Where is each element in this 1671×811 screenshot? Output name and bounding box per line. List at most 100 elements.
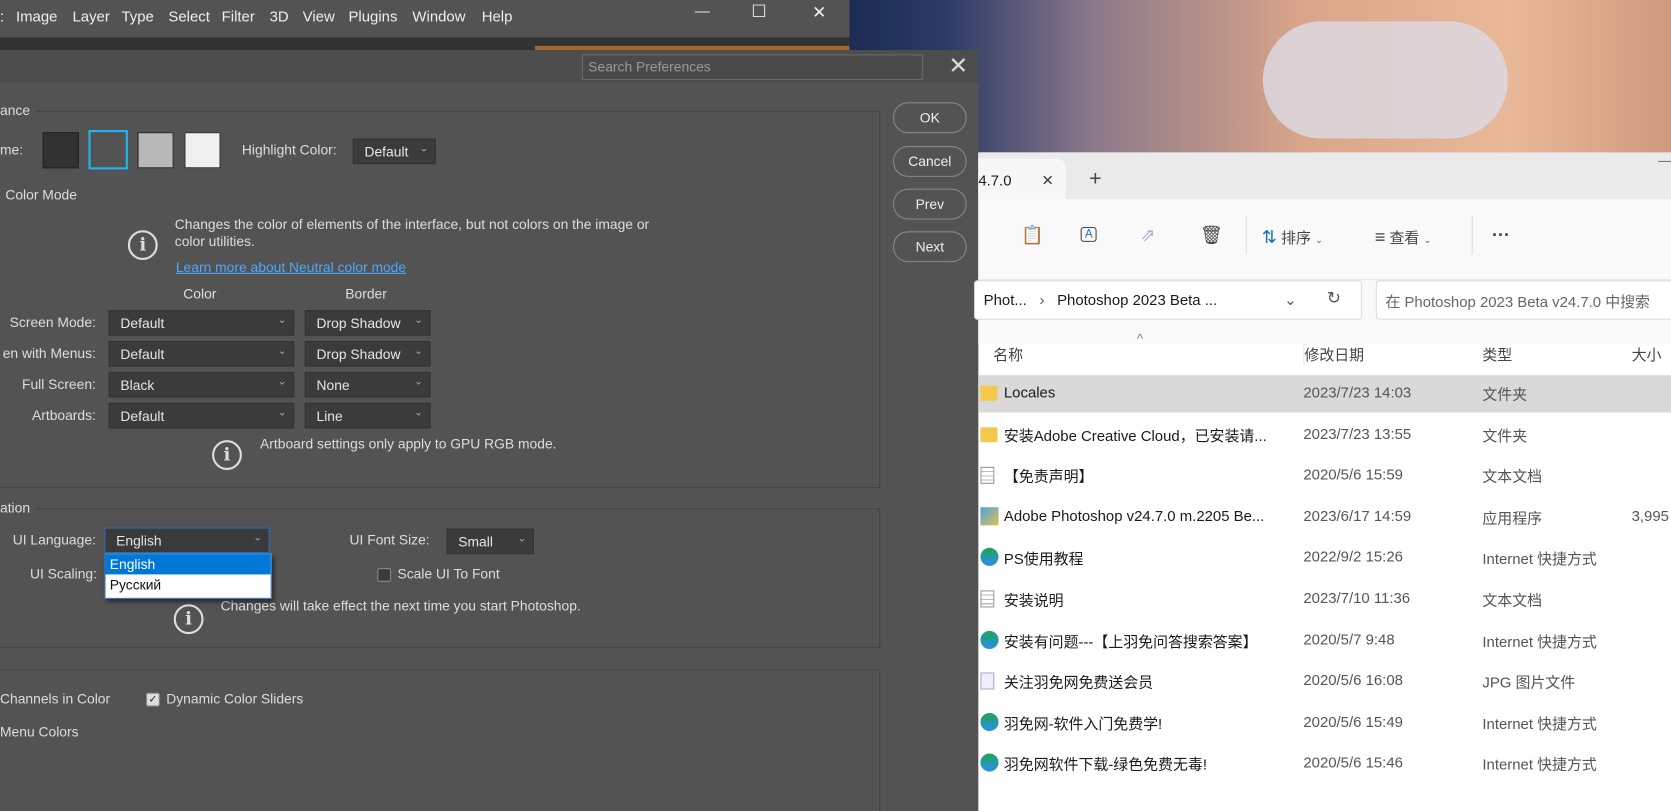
theme-label: me: [0, 141, 24, 158]
menu-view[interactable]: View [303, 7, 335, 24]
file-row[interactable]: 关注羽免网免费送会员 2020/5/6 16:08 JPG 图片文件 [978, 663, 1671, 700]
file-name: 【免责声明】 [1003, 468, 1094, 486]
highlight-color-select[interactable]: Default ⌄ [352, 138, 436, 165]
breadcrumb-item[interactable]: Photoshop 2023 Beta ... [1057, 291, 1217, 308]
ok-button[interactable]: OK [893, 102, 967, 134]
menu-type[interactable]: Type [121, 7, 153, 24]
chevron-down-icon[interactable]: ⌄ [1284, 291, 1297, 309]
file-name: Locales [1003, 383, 1056, 401]
view-icon: ≡ [1374, 226, 1386, 248]
screen-border-select[interactable]: None ⌄ [304, 371, 431, 398]
breadcrumb-item[interactable]: Phot... [984, 291, 1027, 308]
screen-color-select[interactable]: Default ⌄ [108, 402, 295, 429]
screen-color-select[interactable]: Black ⌄ [108, 371, 295, 398]
file-name: 羽免网-软件入门免费学! [1003, 714, 1163, 732]
file-date: 2020/5/7 9:48 [1303, 630, 1395, 648]
screen-color-select[interactable]: Default ⌄ [108, 310, 295, 336]
screen-color-select[interactable]: Default ⌄ [108, 341, 295, 367]
file-row[interactable]: PS使用教程 2022/9/2 15:26 Internet 快捷方式 [978, 540, 1671, 577]
learn-more-link[interactable]: Learn more about Neutral color mode [176, 259, 406, 275]
channels-in-color-label[interactable]: Channels in Color [0, 691, 110, 707]
screen-border-value: Drop Shadow [316, 346, 401, 363]
file-row[interactable]: 羽免网-软件入门免费学! 2020/5/6 15:49 Internet 快捷方… [978, 704, 1671, 741]
screen-border-select[interactable]: Line ⌄ [304, 402, 431, 429]
theme-swatch-dark-selected[interactable] [88, 130, 128, 170]
prev-button[interactable]: Prev [893, 188, 967, 220]
file-row[interactable]: 安装有问题---【上羽免问答搜索答案】 2020/5/7 9:48 Intern… [978, 622, 1671, 659]
file-row[interactable]: Locales 2023/7/23 14:03 文件夹 [978, 375, 1671, 413]
explorer-minimize-button[interactable] [1658, 160, 1671, 162]
menu-help[interactable]: Help [482, 7, 513, 24]
theme-swatch-light[interactable] [137, 132, 174, 169]
screen-border-select[interactable]: Drop Shadow ⌄ [304, 310, 431, 336]
toolbar-divider [1245, 216, 1247, 255]
cancel-button[interactable]: Cancel [893, 146, 967, 177]
dialog-close-button[interactable]: ✕ [948, 52, 968, 80]
more-options-button[interactable]: ··· [1492, 225, 1510, 246]
file-row[interactable]: 【免责声明】 2020/5/6 15:59 文本文档 [978, 457, 1671, 494]
file-row[interactable]: 安装Adobe Creative Cloud，已安装请... 2023/7/23… [978, 416, 1671, 453]
preferences-dialog: Search Preferences ✕ ance me: Highlight … [0, 50, 979, 811]
ui-language-select[interactable]: English ⌄ [104, 527, 270, 554]
tab-title: 4.7.0 [978, 171, 1012, 189]
sort-button[interactable]: ⇅ 排序 ⌄ [1262, 227, 1323, 248]
view-button[interactable]: ≡ 查看 ⌄ [1375, 227, 1432, 248]
menu-layer[interactable]: Layer [72, 7, 109, 24]
refresh-icon[interactable]: ↻ [1327, 288, 1341, 309]
file-date: 2023/7/10 11:36 [1303, 589, 1411, 607]
maximize-button[interactable]: ☐ [751, 1, 766, 22]
scale-ui-to-font-checkbox[interactable]: Scale UI To Font [377, 566, 500, 582]
file-explorer-window: 4.7.0 ✕ + 📋 A ⇗ 🗑 ⇅ 排序 ⌄ ≡ 查看 ⌄ ··· Phot.… [974, 152, 1671, 811]
restart-info-text: Changes will take effect the next time y… [220, 597, 581, 614]
search-preferences-input[interactable]: Search Preferences [581, 54, 923, 80]
language-option-russian[interactable]: Русский [106, 574, 271, 597]
column-header-type[interactable]: 类型 [1482, 344, 1512, 365]
file-type: 文件夹 [1482, 385, 1528, 403]
info-icon: i [127, 230, 158, 261]
column-header-date[interactable]: 修改日期 [1303, 344, 1364, 366]
screen-border-select[interactable]: Drop Shadow ⌄ [304, 341, 431, 367]
screen-mode-row-label: Full Screen: [21, 376, 96, 393]
info-icon: i [212, 440, 242, 470]
screen-mode-row-label: Screen Mode: [9, 314, 96, 331]
share-icon[interactable]: ⇗ [1140, 225, 1155, 246]
explorer-search-input[interactable]: 在 Photoshop 2023 Beta v24.7.0 中搜索 [1375, 280, 1671, 320]
tab-close-icon[interactable]: ✕ [1041, 172, 1054, 189]
explorer-tab[interactable]: 4.7.0 ✕ [978, 158, 1066, 200]
file-type: 文件夹 [1482, 426, 1528, 444]
new-tab-button[interactable]: + [1089, 167, 1101, 192]
minimize-button[interactable]: — [695, 2, 710, 19]
screen-border-value: Drop Shadow [316, 315, 401, 332]
menu-plugins[interactable]: Plugins [348, 7, 397, 24]
dynamic-color-sliders-checkbox[interactable]: ✓ Dynamic Color Sliders [146, 691, 303, 707]
menu-3d[interactable]: 3D [270, 7, 289, 24]
file-row[interactable]: 羽免网软件下载-绿色免费无毒! 2020/5/6 15:46 Internet … [978, 745, 1671, 782]
rename-icon[interactable]: A [1080, 226, 1097, 242]
menu-filter[interactable]: Filter [222, 7, 255, 24]
menu-select[interactable]: Select [168, 7, 209, 24]
screen-color-value: Default [120, 408, 165, 425]
column-header-size[interactable]: 大小 [1632, 344, 1662, 365]
theme-swatch-lightest[interactable] [184, 132, 221, 169]
column-header-name[interactable]: 名称 [993, 344, 1023, 365]
menu-image[interactable]: Image [16, 7, 57, 24]
paste-icon[interactable]: 📋 [1021, 225, 1044, 246]
sort-icon: ⇅ [1261, 226, 1277, 248]
theme-swatch-darkest[interactable] [42, 132, 79, 169]
delete-icon[interactable]: 🗑 [1200, 225, 1223, 246]
address-bar[interactable]: Phot... › Photoshop 2023 Beta ... ⌄ ↻ [974, 280, 1362, 320]
window-close-button[interactable]: ✕ [812, 2, 826, 23]
language-option-english[interactable]: English [105, 554, 271, 575]
highlight-color-label: Highlight Color: [241, 141, 337, 158]
screen-border-value: Line [316, 408, 343, 425]
file-row[interactable]: 安装说明 2023/7/10 11:36 文本文档 [978, 581, 1671, 618]
border-column-header: Border [345, 285, 387, 302]
ui-font-size-select[interactable]: Small ⌄ [446, 528, 534, 555]
neutral-color-mode-label: Color Mode [5, 186, 77, 203]
ui-language-label: UI Language: [12, 531, 96, 548]
menu-colors-label[interactable]: Menu Colors [0, 724, 79, 740]
file-row[interactable]: Adobe Photoshop v24.7.0 m.2205 Be... 202… [978, 499, 1671, 536]
next-button[interactable]: Next [893, 231, 967, 263]
menu-window[interactable]: Window [412, 7, 465, 24]
file-type: Internet 快捷方式 [1482, 755, 1597, 774]
